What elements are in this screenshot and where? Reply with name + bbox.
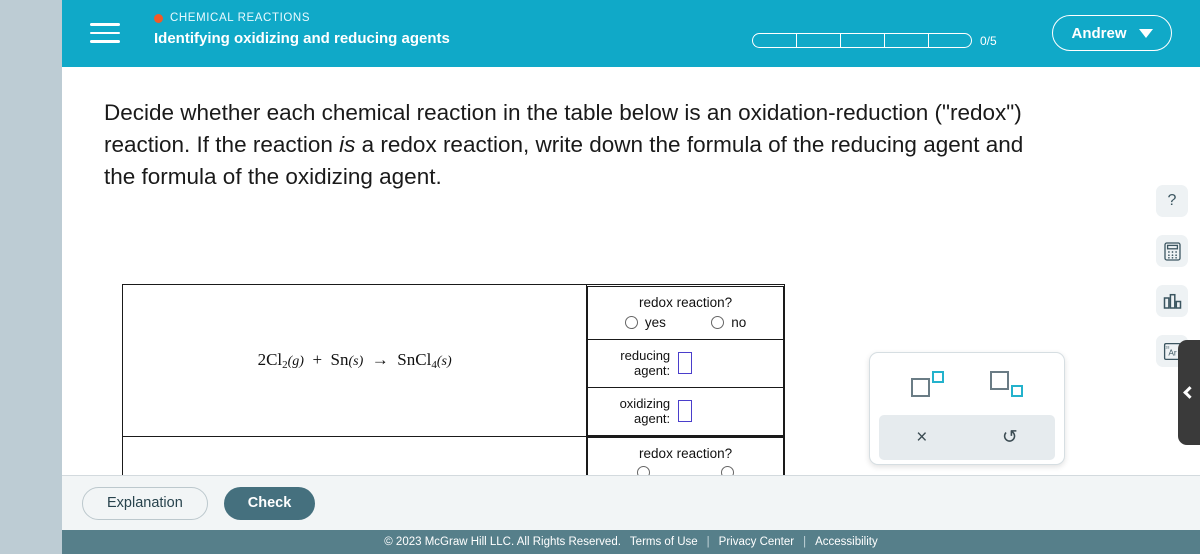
progress-segment <box>796 33 840 48</box>
accessibility-link[interactable]: Accessibility <box>815 536 878 548</box>
redox-question-row: redox reaction? <box>587 437 784 475</box>
math-toolbar-top <box>870 353 1064 415</box>
radio-button-yes[interactable] <box>637 466 651 475</box>
svg-text:18: 18 <box>1165 345 1169 349</box>
prompt-emphasis: is <box>339 132 356 157</box>
user-menu-button[interactable]: Andrew <box>1052 15 1172 51</box>
equation-cell <box>121 436 588 475</box>
oxidizing-agent-row: oxidizing agent: <box>587 386 784 436</box>
subscript-marker-box <box>1010 385 1023 397</box>
reactions-table: 2Cl2(g) + Sn(s) → SnCl4(s) redox reactio… <box>121 284 785 475</box>
radio-option-yes[interactable] <box>637 466 651 475</box>
answer-cell: redox reaction? <box>586 436 785 475</box>
math-toolbar-actions: × ↺ <box>879 415 1055 460</box>
radio-label-yes: yes <box>644 314 666 330</box>
superscript-base-box <box>910 378 930 397</box>
radio-button-no[interactable] <box>711 315 725 329</box>
chart-icon[interactable] <box>1156 285 1188 317</box>
radio-button-no[interactable] <box>720 466 734 475</box>
redox-question-label: redox reaction? <box>639 294 733 310</box>
radio-option-no[interactable] <box>720 466 734 475</box>
subscript-icon[interactable] <box>989 371 1024 397</box>
equation-plus: + <box>312 350 323 369</box>
progress-segment <box>928 33 972 48</box>
progress-indicator: 0/5 <box>752 33 997 48</box>
equation-reactant-2: Sn <box>330 350 349 369</box>
reducing-agent-row: reducing agent: <box>587 338 784 388</box>
reducing-agent-label-line2: agent: <box>634 363 671 378</box>
copyright-footer: © 2023 McGraw Hill LLC. All Rights Reser… <box>62 530 1200 554</box>
progress-segment <box>884 33 928 48</box>
equation-reactant-2-state: (s) <box>348 354 364 369</box>
copyright-text: © 2023 McGraw Hill LLC. All Rights Reser… <box>384 536 621 548</box>
equation-cell: 2Cl2(g) + Sn(s) → SnCl4(s) <box>121 284 588 437</box>
check-button[interactable]: Check <box>223 486 316 520</box>
equation-reactant-1: Cl <box>266 350 283 369</box>
terms-of-use-link[interactable]: Terms of Use <box>630 536 698 548</box>
footer-separator: | <box>803 536 807 548</box>
side-panel-toggle[interactable] <box>1178 340 1200 445</box>
redox-radio-group: yes no <box>588 313 783 339</box>
footer-separator: | <box>706 536 710 548</box>
table-row: redox reaction? <box>121 436 785 475</box>
reducing-agent-label-line1: reducing <box>620 348 671 363</box>
progress-segments <box>752 33 972 48</box>
reducing-agent-label: reducing agent: <box>588 348 678 378</box>
radio-option-yes[interactable]: yes <box>624 314 666 330</box>
redox-question-row: redox reaction? yes no <box>587 285 784 340</box>
action-bar: Explanation Check <box>62 475 1200 530</box>
equation-reactant-1-state: (g) <box>287 354 304 369</box>
header-title-block: CHEMICAL REACTIONS Identifying oxidizing… <box>154 12 450 47</box>
calculator-icon[interactable] <box>1156 235 1188 267</box>
equation-arrow-icon: → <box>371 350 389 369</box>
radio-option-no[interactable]: no <box>711 315 746 330</box>
reducing-agent-input[interactable] <box>678 352 693 374</box>
math-input-toolbar: × ↺ <box>869 352 1065 465</box>
equation-product-state: (s) <box>436 354 452 369</box>
svg-text:Ar: Ar <box>1168 347 1177 357</box>
help-icon[interactable]: ? <box>1156 185 1188 217</box>
privacy-center-link[interactable]: Privacy Center <box>719 536 794 548</box>
clear-icon[interactable]: × <box>916 428 927 447</box>
equation-product: SnCl <box>397 350 432 369</box>
explanation-button[interactable]: Explanation <box>82 486 208 520</box>
progress-count: 0/5 <box>980 33 997 48</box>
superscript-icon[interactable] <box>910 371 945 397</box>
app-header: CHEMICAL REACTIONS Identifying oxidizing… <box>62 0 1200 67</box>
oxidizing-agent-label-line1: oxidizing <box>619 396 671 411</box>
radio-label-no: no <box>731 314 747 330</box>
topic-eyebrow: CHEMICAL REACTIONS <box>154 12 450 24</box>
page-title: Identifying oxidizing and reducing agent… <box>154 30 450 47</box>
left-backdrop-strip <box>0 530 62 554</box>
chevron-left-icon <box>1182 386 1196 399</box>
help-glyph: ? <box>1167 192 1177 209</box>
undo-icon[interactable]: ↺ <box>1002 428 1018 447</box>
superscript-marker-box <box>931 371 944 383</box>
application-window: CHEMICAL REACTIONS Identifying oxidizing… <box>62 0 1200 554</box>
hamburger-icon[interactable] <box>90 20 120 46</box>
equation-coefficient: 2 <box>257 350 267 369</box>
user-name-label: Andrew <box>1071 24 1127 42</box>
answer-cell: redox reaction? yes no reducing agent: o… <box>586 284 785 437</box>
subscript-base-box <box>989 371 1009 390</box>
oxidizing-agent-label-line2: agent: <box>634 411 671 426</box>
progress-segment <box>752 33 796 48</box>
topic-dot-icon <box>154 13 163 23</box>
redox-question-label: redox reaction? <box>639 446 733 461</box>
question-prompt: Decide whether each chemical reaction in… <box>104 97 1034 193</box>
oxidizing-agent-input[interactable] <box>678 400 693 422</box>
topic-label: CHEMICAL REACTIONS <box>170 12 311 24</box>
redox-radio-group <box>588 464 783 475</box>
progress-segment <box>840 33 884 48</box>
chevron-down-icon <box>1138 28 1153 38</box>
radio-button-yes[interactable] <box>624 315 638 329</box>
table-row: 2Cl2(g) + Sn(s) → SnCl4(s) redox reactio… <box>121 284 785 437</box>
oxidizing-agent-label: oxidizing agent: <box>588 396 678 426</box>
main-content: Decide whether each chemical reaction in… <box>62 67 1200 475</box>
